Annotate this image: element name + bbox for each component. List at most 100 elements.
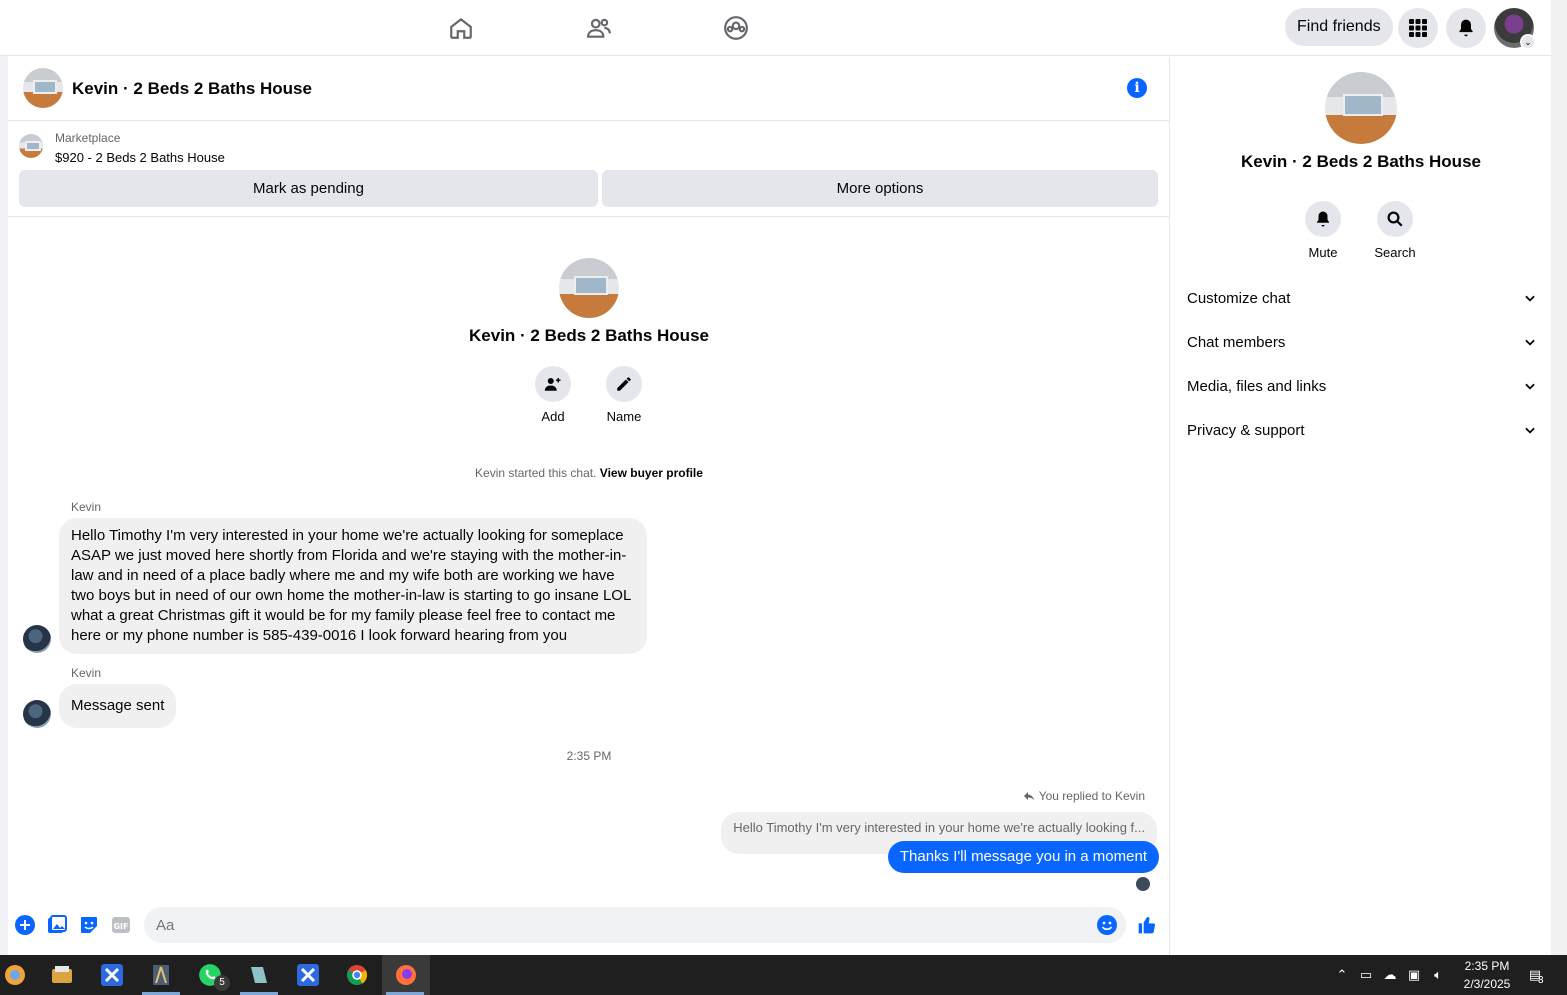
sender-avatar[interactable]: [23, 700, 51, 728]
top-navigation-bar: Find friends ⌄: [0, 0, 1551, 56]
details-chat-name: Kevin · 2 Beds 2 Baths House: [1241, 152, 1481, 171]
sticker-icon[interactable]: [79, 915, 99, 935]
chat-title[interactable]: Kevin · 2 Beds 2 Baths House: [72, 79, 312, 99]
more-options-button[interactable]: More options: [602, 170, 1158, 207]
friends-icon[interactable]: [581, 10, 617, 46]
notes-app-icon[interactable]: [244, 960, 274, 990]
info-icon[interactable]: i: [1127, 78, 1147, 98]
listing-title[interactable]: $920 - 2 Beds 2 Baths House: [55, 150, 225, 165]
name-label: Name: [606, 409, 642, 424]
notifications-icon[interactable]: [1446, 8, 1486, 48]
chat-details-panel: Kevin · 2 Beds 2 Baths House Mute Search…: [1171, 57, 1551, 955]
listing-thumbnail[interactable]: [19, 134, 43, 158]
chat-panel: Kevin · 2 Beds 2 Baths House i Marketpla…: [8, 57, 1170, 955]
mute-label: Mute: [1308, 245, 1338, 260]
section-label: Chat members: [1187, 333, 1286, 351]
sender-avatar[interactable]: [23, 625, 51, 653]
system-clock[interactable]: 2:35 PM 2/3/2025: [1455, 957, 1519, 993]
message-composer: GIF: [8, 903, 1170, 955]
chevron-down-icon[interactable]: ⌄: [1520, 34, 1536, 50]
plus-circle-icon[interactable]: [15, 915, 35, 935]
marketplace-label: Marketplace: [55, 131, 121, 145]
sender-name: Kevin: [71, 500, 102, 514]
message-line: what a great Christmas gift it would be …: [71, 607, 616, 624]
start-icon[interactable]: [0, 960, 30, 990]
chevron-up-icon[interactable]: ⌃: [1334, 967, 1350, 983]
menu-grid-icon[interactable]: [1398, 8, 1438, 48]
replied-indicator: You replied to Kevin: [1023, 789, 1145, 803]
photo-icon[interactable]: [47, 915, 67, 935]
edit-name-button[interactable]: Name: [594, 366, 654, 424]
cloud-icon[interactable]: ☁: [1382, 967, 1398, 983]
page-scrollbar[interactable]: [1551, 0, 1567, 955]
marketplace-banner: Marketplace $920 - 2 Beds 2 Baths House …: [8, 121, 1170, 217]
section-customize-chat[interactable]: Customize chat: [1187, 278, 1537, 318]
meet-icon[interactable]: ▭: [1358, 967, 1374, 983]
pencil-icon: [606, 366, 642, 402]
chevron-down-icon: [1525, 295, 1535, 302]
left-edge: [0, 56, 8, 955]
section-label: Media, files and links: [1187, 377, 1327, 395]
seen-avatar: [1136, 877, 1150, 891]
chat-started-notice: Kevin started this chat. View buyer prof…: [8, 466, 1170, 480]
section-chat-members[interactable]: Chat members: [1187, 322, 1537, 362]
mark-as-pending-button[interactable]: Mark as pending: [19, 170, 598, 207]
message-line: here or my phone number is 585-439-0016 …: [71, 627, 568, 644]
incoming-message[interactable]: Message sent: [59, 684, 177, 728]
message-line: Hello Timothy I'm very interested in you…: [71, 527, 624, 544]
firefox-icon[interactable]: [391, 960, 421, 990]
chevron-down-icon: [1525, 339, 1535, 346]
section-media-files-links[interactable]: Media, files and links: [1187, 366, 1537, 406]
replied-text: You replied to Kevin: [1038, 789, 1145, 803]
chat-avatar[interactable]: [23, 68, 63, 108]
section-privacy-support[interactable]: Privacy & support: [1187, 410, 1537, 450]
started-text: Kevin started this chat.: [475, 466, 597, 480]
network-icon[interactable]: ▣: [1406, 967, 1422, 983]
thumbs-up-icon[interactable]: [1137, 915, 1157, 935]
chevron-down-icon: [1525, 383, 1535, 390]
whatsapp-badge: 5: [214, 975, 230, 991]
incoming-message[interactable]: Hello Timothy I'm very interested in you…: [59, 518, 647, 654]
message-input[interactable]: [144, 907, 1126, 943]
emoji-icon[interactable]: [1097, 915, 1117, 935]
section-label: Customize chat: [1187, 289, 1291, 307]
section-label: Privacy & support: [1187, 421, 1305, 439]
search-button[interactable]: Search: [1363, 201, 1427, 260]
chevron-down-icon: [1525, 427, 1535, 434]
intro-avatar: [559, 258, 619, 318]
search-label: Search: [1374, 245, 1416, 260]
groups-icon[interactable]: [718, 10, 754, 46]
search-icon: [1377, 201, 1413, 237]
scrollbar-thumb[interactable]: [1555, 4, 1563, 934]
gif-icon[interactable]: GIF: [111, 915, 131, 935]
find-friends-button[interactable]: Find friends: [1285, 8, 1393, 46]
message-line: law and in need of a place badly where m…: [71, 567, 615, 584]
clock-date: 2/3/2025: [1463, 977, 1511, 991]
message-line: ASAP we just moved here shortly from Flo…: [71, 547, 627, 564]
volume-icon[interactable]: 🔈︎: [1430, 967, 1446, 983]
file-explorer-icon[interactable]: [47, 960, 77, 990]
notification-count: 3: [1538, 975, 1544, 986]
app-x-icon[interactable]: [97, 960, 127, 990]
app-x-icon[interactable]: [293, 960, 323, 990]
chrome-icon[interactable]: [342, 960, 372, 990]
add-people-button[interactable]: Add: [523, 366, 583, 424]
windows-taskbar: 5 ⌃ ▭ ☁ ▣ 🔈︎ 2:35 PM 2/3/2025 ▤ 3: [0, 955, 1567, 995]
message-line: two boys but in need of our own home the…: [71, 587, 632, 604]
chat-header: Kevin · 2 Beds 2 Baths House i: [8, 57, 1170, 121]
details-avatar: [1325, 72, 1397, 144]
bell-icon: [1305, 201, 1341, 237]
svg-text:GIF: GIF: [113, 922, 128, 931]
view-buyer-profile-link[interactable]: View buyer profile: [600, 466, 703, 480]
outgoing-message[interactable]: Thanks I'll message you in a moment: [887, 841, 1159, 873]
sender-name: Kevin: [71, 666, 102, 680]
add-label: Add: [541, 409, 565, 424]
reply-arrow-icon: [1023, 792, 1034, 801]
add-person-icon: [535, 366, 571, 402]
clock-time: 2:35 PM: [1464, 959, 1510, 973]
message-timestamp: 2:35 PM: [566, 749, 612, 763]
mute-button[interactable]: Mute: [1291, 201, 1355, 260]
intro-chat-name: Kevin · 2 Beds 2 Baths House: [469, 326, 709, 345]
app-figure-icon[interactable]: [146, 960, 176, 990]
home-icon[interactable]: [443, 10, 479, 46]
